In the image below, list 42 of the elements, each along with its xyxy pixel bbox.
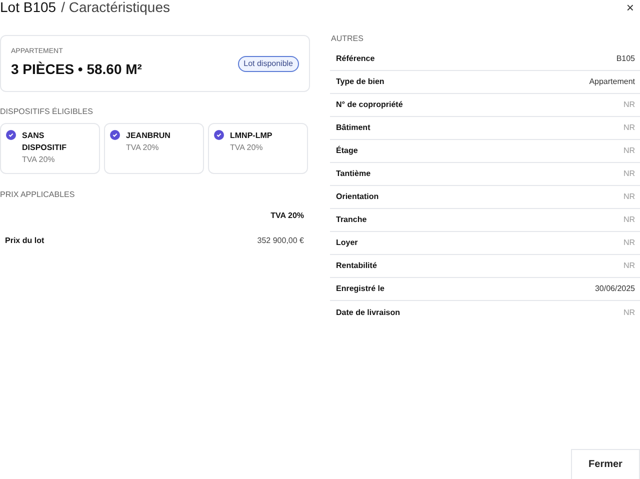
dispositif-name: SANS DISPOSITIF	[22, 130, 68, 154]
property-value: NR	[623, 145, 635, 157]
property-label: Enregistré le	[336, 283, 384, 295]
price-value: 352 900,00 €	[257, 235, 304, 247]
section-heading: PRIX APPLICABLES	[0, 189, 76, 201]
column-header: TVA 20%	[270, 210, 304, 222]
property-value: NR	[623, 214, 635, 226]
property-label: Rentabilité	[336, 260, 377, 272]
property-label: Type de bien	[336, 76, 384, 88]
lot-summary: 3 PIÈCES • 58.60 M²	[11, 60, 142, 80]
property-label: Tantième	[336, 168, 371, 180]
property-label: Date de livraison	[336, 306, 400, 318]
property-label: Tranche	[336, 214, 367, 226]
dispositif-tva: TVA 20%	[230, 142, 264, 154]
property-label: Loyer	[336, 237, 358, 249]
dispositif-tva: TVA 20%	[22, 154, 56, 166]
section-heading: AUTRES	[331, 33, 364, 45]
price-label: Prix du lot	[5, 235, 44, 247]
property-value: NR	[623, 168, 635, 180]
status-badge: Lot disponible	[238, 56, 299, 72]
property-value: NR	[623, 260, 635, 272]
property-value: Appartement	[589, 76, 635, 88]
dispositif-name: LMNP-LMP	[230, 130, 274, 142]
property-label: N° de copropriété	[336, 99, 403, 111]
section-heading: DISPOSITIFS ÉLIGIBLES	[0, 106, 94, 118]
property-value: NR	[623, 99, 635, 111]
property-value: NR	[623, 122, 635, 134]
dispositif-tva: TVA 20%	[126, 142, 160, 154]
property-label: Étage	[336, 145, 358, 157]
page-title: Lot B105	[0, 0, 56, 14]
property-label: Orientation	[336, 191, 379, 203]
close-button[interactable]: ×	[626, 0, 634, 14]
property-value: NR	[623, 191, 635, 203]
property-value: B105	[616, 53, 635, 65]
close-dialog-button[interactable]: Fermer	[571, 449, 640, 479]
property-value: NR	[623, 306, 635, 318]
property-label: Bâtiment	[336, 122, 370, 134]
page-subtitle: / Caractéristiques	[61, 0, 170, 14]
property-value: 30/06/2025	[594, 283, 635, 295]
property-value: NR	[623, 237, 635, 249]
property-label: Référence	[336, 53, 375, 65]
dispositif-name: JEANBRUN	[126, 130, 172, 142]
